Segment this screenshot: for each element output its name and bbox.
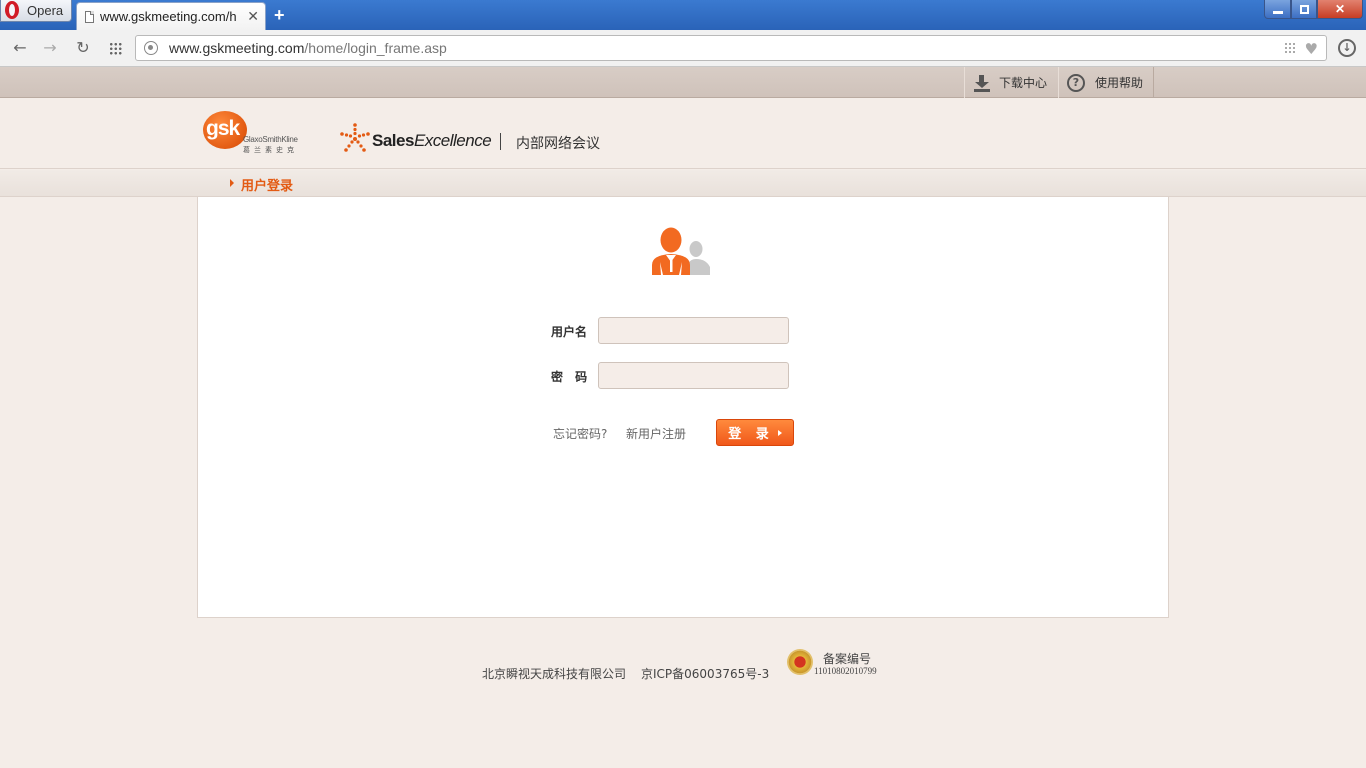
help-label: 使用帮助 — [1095, 76, 1144, 90]
header-divider — [500, 133, 501, 150]
login-button[interactable]: 登 录 — [716, 419, 794, 446]
section-arrow-icon — [230, 179, 234, 187]
window-restore-button[interactable] — [1291, 0, 1317, 19]
username-input[interactable] — [598, 317, 789, 344]
speed-dial-icon[interactable] — [109, 42, 122, 55]
download-center-link[interactable]: 下载中心 — [964, 67, 1058, 98]
downloads-icon[interactable]: ↓ — [1338, 39, 1356, 57]
tab-close-icon[interactable]: ✕ — [247, 8, 259, 25]
new-tab-button[interactable]: + — [274, 5, 285, 26]
footer-record-number[interactable]: 11010802010799 — [814, 666, 877, 676]
reload-icon[interactable]: ↻ — [74, 39, 92, 57]
close-icon: ✕ — [1334, 2, 1346, 16]
sales-excellence-brand: SalesExcellence — [372, 131, 492, 151]
login-button-label: 登 录 — [728, 427, 774, 442]
back-icon[interactable]: ← — [11, 39, 29, 57]
opera-menu-button[interactable]: Opera — [0, 0, 72, 22]
footer-company: 北京瞬视天成科技有限公司 — [482, 667, 627, 681]
forgot-password-link[interactable]: 忘记密码? — [553, 425, 607, 442]
password-input[interactable] — [598, 362, 789, 389]
forward-icon[interactable]: → — [41, 39, 59, 57]
brand-bold: Sales — [372, 131, 414, 150]
gsk-logo-text: gsk — [206, 117, 240, 140]
url-host: www.gskmeeting.com — [169, 40, 305, 56]
tab-title: www.gskmeeting.com/h — [100, 9, 237, 24]
section-title: 用户登录 — [241, 179, 294, 194]
footer-icp[interactable]: 京ICP备06003765号-3 — [641, 665, 769, 682]
page-icon — [85, 10, 94, 23]
restore-icon — [1299, 4, 1309, 14]
username-label: 用户名 — [551, 325, 588, 339]
url-path: /home/login_frame.asp — [304, 40, 447, 56]
site-info-icon[interactable] — [144, 41, 158, 55]
download-center-label: 下载中心 — [999, 76, 1048, 90]
address-bar[interactable]: www.gskmeeting.com/home/login_frame.asp … — [135, 35, 1327, 61]
gsk-company-name: GlaxoSmithKline — [243, 135, 298, 144]
download-icon — [973, 74, 991, 92]
opera-logo-icon — [3, 0, 23, 21]
arrow-right-icon — [777, 429, 782, 436]
window-close-button[interactable]: ✕ — [1317, 0, 1363, 19]
bookmark-heart-icon[interactable]: ♥ — [1305, 40, 1318, 58]
browser-navbar: ← → ↻ www.gskmeeting.com/home/login_fram… — [0, 30, 1366, 67]
sales-excellence-star-icon — [340, 123, 370, 152]
register-link[interactable]: 新用户注册 — [626, 425, 686, 442]
brand-italic: Excellence — [413, 131, 492, 150]
top-utility-bar: 下载中心 ? 使用帮助 — [0, 67, 1366, 98]
opera-menu-label: Opera — [27, 3, 64, 18]
url-speed-dial-icon[interactable] — [1284, 42, 1296, 54]
minimize-icon — [1272, 10, 1283, 14]
help-link[interactable]: ? 使用帮助 — [1058, 67, 1154, 98]
section-bar — [0, 170, 1366, 197]
window-minimize-button[interactable] — [1264, 0, 1291, 19]
browser-tab[interactable]: www.gskmeeting.com/h ✕ — [76, 2, 266, 30]
password-label: 密 码 — [551, 370, 592, 384]
police-emblem-icon[interactable] — [787, 649, 813, 675]
footer-record-label[interactable]: 备案编号 — [823, 650, 871, 667]
gsk-company-name-cn: 葛兰素史克 — [243, 146, 298, 154]
address-text[interactable]: www.gskmeeting.com/home/login_frame.asp — [169, 40, 447, 56]
users-icon — [652, 227, 710, 275]
header-subtitle: 内部网络会议 — [516, 136, 600, 152]
help-icon: ? — [1067, 73, 1085, 92]
